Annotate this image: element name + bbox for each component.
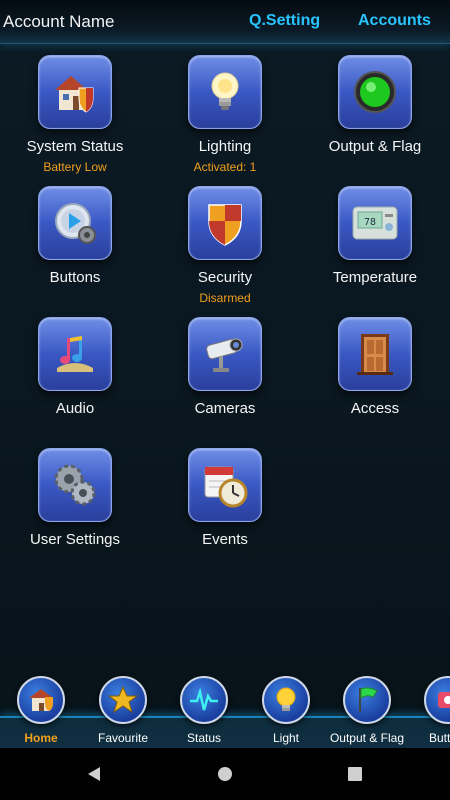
audio-button[interactable] [38,317,112,391]
output-flag-button[interactable] [338,55,412,129]
events-button[interactable] [188,448,262,522]
buttons-icon[interactable] [424,676,450,724]
play-gear-icon [55,203,96,244]
tile-system-status[interactable]: System Status Battery Low [0,55,150,174]
nav-item-status[interactable]: Status [163,676,245,745]
q-setting-link[interactable]: Q.Setting [249,12,320,30]
status-text: Battery Low [43,160,107,174]
user-settings-button[interactable] [38,448,112,522]
security-camera-icon [206,338,243,372]
star-icon[interactable] [99,676,147,724]
tile-buttons[interactable]: Buttons [0,186,150,286]
nav-item-buttons[interactable]: Butt [408,676,450,745]
nav-item-light[interactable]: Light [245,676,327,745]
tile-label: System Status [26,138,124,155]
tile-temperature[interactable]: 78 Temperature [300,186,450,286]
home-icon[interactable] [17,676,65,724]
tile-label: Cameras [194,400,256,417]
tile-output-flag[interactable]: Output & Flag [300,55,450,155]
security-button[interactable] [188,186,262,260]
tile-audio[interactable]: Audio [0,317,150,417]
nav-label: Favourite [97,731,149,745]
nav-label: Home [24,731,58,745]
nav-item-favourite[interactable]: Favourite [82,676,164,745]
nav-item-home[interactable]: Home [0,676,82,745]
door-icon [357,334,393,375]
tile-label: Output & Flag [328,138,422,155]
access-button[interactable] [338,317,412,391]
tile-label: Access [350,400,400,417]
tile-label: Lighting [198,138,252,155]
status-text: Activated: 1 [193,160,257,174]
shield-icon [208,204,242,246]
system-navigation-bar [0,748,450,800]
system-status-button[interactable] [38,55,112,129]
gears-icon [54,464,96,506]
calendar-clock-icon [204,466,248,508]
nav-label: Butt [429,731,450,745]
bottom-nav: Home Favourite Status Light Output & Fla… [0,676,450,748]
tile-label: User Settings [29,531,121,548]
music-notes-icon [57,336,93,372]
nav-label: Output & Flag [329,731,405,745]
status-text: Disarmed [199,291,251,305]
tile-security[interactable]: Security Disarmed [150,186,300,305]
pulse-icon[interactable] [180,676,228,724]
accounts-link[interactable]: Accounts [358,12,431,30]
tile-cameras[interactable]: Cameras [150,317,300,417]
tile-lighting[interactable]: Lighting Activated: 1 [150,55,300,174]
account-name[interactable]: Account Name [3,12,115,32]
nav-label: Status [186,731,222,745]
buttons-button[interactable] [38,186,112,260]
tile-access[interactable]: Access [300,317,450,417]
tile-label: Temperature [332,269,418,286]
tile-user-settings[interactable]: User Settings [0,448,150,548]
bulb-icon[interactable] [262,676,310,724]
tile-label: Audio [55,400,95,417]
green-indicator-icon [354,71,396,113]
temperature-button[interactable]: 78 [338,186,412,260]
back-icon[interactable] [86,766,102,782]
tile-label: Buttons [49,269,101,286]
nav-item-output-flag[interactable]: Output & Flag [326,676,408,745]
house-shield-icon [55,76,94,113]
tile-label: Events [202,531,248,548]
thermostat-icon: 78 [352,206,398,240]
tile-events[interactable]: Events [150,448,300,548]
flag-icon[interactable] [343,676,391,724]
cameras-button[interactable] [188,317,262,391]
recents-icon[interactable] [347,766,363,782]
lighting-button[interactable] [188,55,262,129]
thermostat-reading: 78 [364,217,376,228]
app-header: Account Name Q.Setting Accounts [0,0,450,44]
nav-label: Light [272,731,300,745]
light-bulb-icon [211,72,239,110]
tile-label: Security [197,269,253,286]
home-circle-icon[interactable] [217,766,233,782]
